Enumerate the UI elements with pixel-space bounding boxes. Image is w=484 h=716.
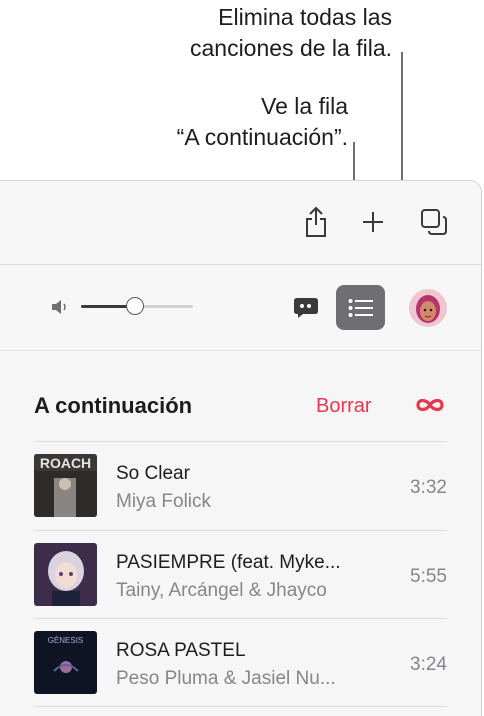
lyrics-bubble-icon[interactable]: [292, 295, 320, 321]
song-artist: Tainy, Arcángel & Jhayco: [116, 580, 327, 601]
song-artist: Peso Pluma & Jasiel Nu...: [116, 668, 336, 689]
callout-queue-line2: “A continuación”.: [176, 124, 348, 150]
song-title: ROSA PASTEL: [116, 640, 246, 661]
copy-window-icon[interactable]: [420, 208, 448, 236]
queue-row[interactable]: ROACH So Clear Miya Folick 3:32: [34, 442, 447, 530]
callout-clear-line1: Elimina todas las: [218, 4, 392, 30]
song-title: So Clear: [116, 463, 190, 484]
album-art-text: GÉNESIS: [48, 636, 84, 645]
album-art: ROACH: [34, 454, 97, 517]
infinity-icon[interactable]: [415, 397, 445, 418]
memoji-avatar[interactable]: [409, 289, 447, 327]
album-art-text: ROACH: [40, 455, 91, 471]
clear-queue-button[interactable]: Borrar: [316, 395, 372, 418]
volume-slider[interactable]: [81, 297, 193, 315]
up-next-panel: A continuación Borrar ROACH So Clear Miy…: [0, 351, 481, 716]
divider: [34, 706, 447, 707]
top-toolbar: [0, 181, 481, 265]
album-art: GÉNESIS: [34, 631, 97, 694]
speaker-icon[interactable]: [51, 298, 71, 316]
song-artist: Miya Folick: [116, 491, 212, 512]
callout-clear-line2: canciones de la fila.: [189, 35, 392, 61]
callout-view-queue: Ve la fila “A continuación”.: [177, 91, 348, 153]
callout-queue-line1: Ve la fila: [261, 93, 348, 119]
list-icon[interactable]: [336, 285, 385, 330]
up-next-title: A continuación: [34, 393, 193, 418]
queue-row[interactable]: GÉNESIS ROSA PASTEL Peso Pluma & Jasiel …: [34, 619, 447, 707]
song-duration: 3:32: [410, 477, 447, 498]
callout-clear-queue: Elimina todas las canciones de la fila.: [190, 2, 392, 64]
share-icon[interactable]: [303, 205, 329, 239]
song-duration: 3:24: [410, 654, 447, 675]
volume-knob[interactable]: [125, 297, 144, 315]
player-toolbar: [0, 265, 481, 351]
music-window: A continuación Borrar ROACH So Clear Miy…: [0, 180, 482, 716]
song-title: PASIEMPRE (feat. Myke...: [116, 552, 341, 573]
song-duration: 5:55: [410, 566, 447, 587]
album-art: [34, 543, 97, 606]
plus-icon[interactable]: [360, 209, 386, 235]
queue-row[interactable]: PASIEMPRE (feat. Myke... Tainy, Arcángel…: [34, 531, 447, 619]
